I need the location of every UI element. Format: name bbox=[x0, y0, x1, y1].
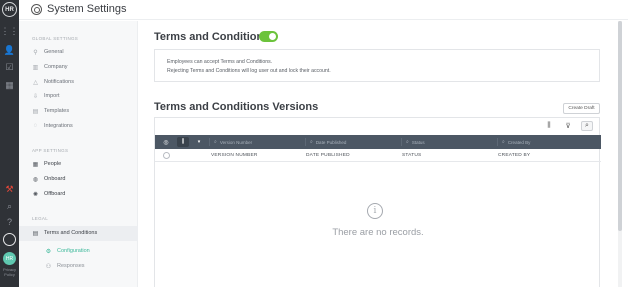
table-header: VERSION NUMBER DATE PUBLISHED STATUS CRE… bbox=[155, 149, 601, 162]
columns-icon[interactable]: ⫼ bbox=[543, 121, 555, 131]
terms-enabled-toggle[interactable] bbox=[259, 31, 278, 42]
date-published-filter[interactable]: ⌕ Date Published bbox=[305, 138, 401, 146]
app-rail: HR ⋮⋮ 👤 ☑ ▦ ⚒ ⌕ ? HR Privacy Policy bbox=[0, 0, 19, 287]
globe-icon[interactable]: ◎ bbox=[160, 137, 172, 147]
created-by-filter[interactable]: ⌕ Created By bbox=[497, 138, 593, 146]
gear-icon: ⚙ bbox=[45, 248, 52, 255]
settings-sidebar: GLOBAL SETTINGS ⚲ General ▥ Company △ Notif… bbox=[19, 21, 138, 287]
tasks-icon[interactable]: ☑ bbox=[4, 62, 15, 73]
people-icon: ▦ bbox=[32, 161, 39, 168]
chevron-down-icon[interactable]: ▾ bbox=[193, 137, 205, 147]
sidebar-item-company[interactable]: ▥ Company bbox=[32, 62, 68, 72]
settings-gear-icon[interactable] bbox=[3, 233, 16, 246]
search-icon: ⌕ bbox=[502, 139, 505, 145]
versions-table: ⫼ ⊽ ⌕ ◎ ⫼ ▾ ⌕ Version Number ⌕ Date Publis… bbox=[154, 117, 601, 287]
status-filter[interactable]: ⌕ Status bbox=[401, 138, 497, 146]
integrations-icon: ◌ bbox=[33, 123, 38, 129]
sidebar-item-people[interactable]: ▦ People bbox=[32, 159, 61, 169]
template-icon: ▤ bbox=[32, 108, 39, 115]
sidebar-item-general[interactable]: ⚲ General bbox=[32, 47, 63, 57]
people-icon[interactable]: 👤 bbox=[4, 45, 15, 56]
sidebar-item-offboard[interactable]: ✺ Offboard bbox=[32, 189, 65, 199]
column-status[interactable]: STATUS bbox=[402, 153, 421, 158]
avatar[interactable]: HR bbox=[3, 252, 16, 265]
gear-icon bbox=[31, 4, 42, 15]
sidebar-item-terms-and-conditions[interactable]: ▤ Terms and Conditions bbox=[32, 228, 98, 238]
sidebar-item-integrations[interactable]: ◌ Integrations bbox=[32, 121, 73, 131]
sidebar-item-import[interactable]: ⇩ Import bbox=[32, 91, 60, 101]
sidebar-item-onboard[interactable]: ◍ Onboard bbox=[32, 174, 66, 184]
create-draft-button[interactable]: Create Draft bbox=[563, 103, 600, 114]
onboard-icon: ◍ bbox=[32, 176, 39, 183]
column-version-number[interactable]: VERSION NUMBER bbox=[211, 153, 258, 158]
calendar-icon[interactable]: ▦ bbox=[4, 80, 15, 91]
info-line-1: Employees can accept Terms and Condition… bbox=[167, 59, 273, 65]
search-icon[interactable]: ⌕ bbox=[581, 121, 593, 131]
sidebar-subitem-configuration[interactable]: ⚙ Configuration bbox=[45, 246, 90, 256]
legal-heading: LEGAL bbox=[32, 216, 49, 221]
import-icon: ⇩ bbox=[32, 93, 39, 100]
global-settings-heading: GLOBAL SETTINGS bbox=[32, 36, 79, 41]
info-icon: i bbox=[367, 203, 383, 219]
info-line-2: Rejecting Terms and Conditions will log … bbox=[167, 68, 331, 74]
filter-bar: ◎ ⫼ ▾ ⌕ Version Number ⌕ Date Published ⌕ S… bbox=[155, 135, 601, 149]
search-icon: ⌕ bbox=[406, 139, 409, 145]
help-icon[interactable]: ? bbox=[4, 217, 15, 228]
filter-icon[interactable]: ⊽ bbox=[562, 121, 574, 131]
scrollbar-thumb[interactable] bbox=[618, 21, 622, 231]
bell-icon: △ bbox=[33, 79, 38, 86]
responses-icon: ⚇ bbox=[45, 263, 52, 270]
sidebar-item-notifications[interactable]: △ Notifications bbox=[32, 77, 74, 87]
wrench-icon: ⚲ bbox=[33, 49, 38, 56]
apps-grid-icon[interactable]: ⋮⋮ bbox=[1, 26, 19, 37]
column-created-by[interactable]: CREATED BY bbox=[498, 153, 530, 158]
top-header: System Settings bbox=[19, 0, 628, 20]
version-number-filter[interactable]: ⌕ Version Number bbox=[209, 138, 305, 146]
tools-icon[interactable]: ⚒ bbox=[4, 184, 15, 195]
app-settings-heading: APP SETTINGS bbox=[32, 148, 69, 153]
building-icon: ▥ bbox=[32, 64, 39, 71]
terms-info-box: Employees can accept Terms and Condition… bbox=[154, 49, 600, 82]
search-icon: ⌕ bbox=[214, 139, 217, 145]
search-icon[interactable]: ⌕ bbox=[4, 201, 15, 212]
select-all-checkbox[interactable] bbox=[163, 152, 170, 159]
table-tools: ⫼ ⊽ ⌕ bbox=[543, 121, 593, 131]
sidebar-subitem-responses[interactable]: ⚇ Responses bbox=[45, 261, 85, 271]
main-content: Terms and Conditions Employees can accep… bbox=[138, 21, 610, 287]
columns-toggle-icon[interactable]: ⫼ bbox=[177, 137, 189, 147]
terms-title: Terms and Conditions bbox=[154, 31, 270, 43]
sidebar-item-templates[interactable]: ▤ Templates bbox=[32, 106, 69, 116]
privacy-policy-link[interactable]: Privacy Policy bbox=[0, 267, 19, 277]
app-logo[interactable]: HR bbox=[2, 2, 17, 17]
document-icon: ▤ bbox=[32, 230, 39, 237]
page-scrollbar[interactable] bbox=[618, 21, 622, 287]
offboard-icon: ✺ bbox=[32, 191, 39, 198]
page-title: System Settings bbox=[47, 3, 127, 15]
versions-title: Terms and Conditions Versions bbox=[154, 101, 319, 113]
column-date-published[interactable]: DATE PUBLISHED bbox=[306, 153, 350, 158]
empty-state-text: There are no records. bbox=[332, 227, 424, 238]
search-icon: ⌕ bbox=[310, 139, 313, 145]
